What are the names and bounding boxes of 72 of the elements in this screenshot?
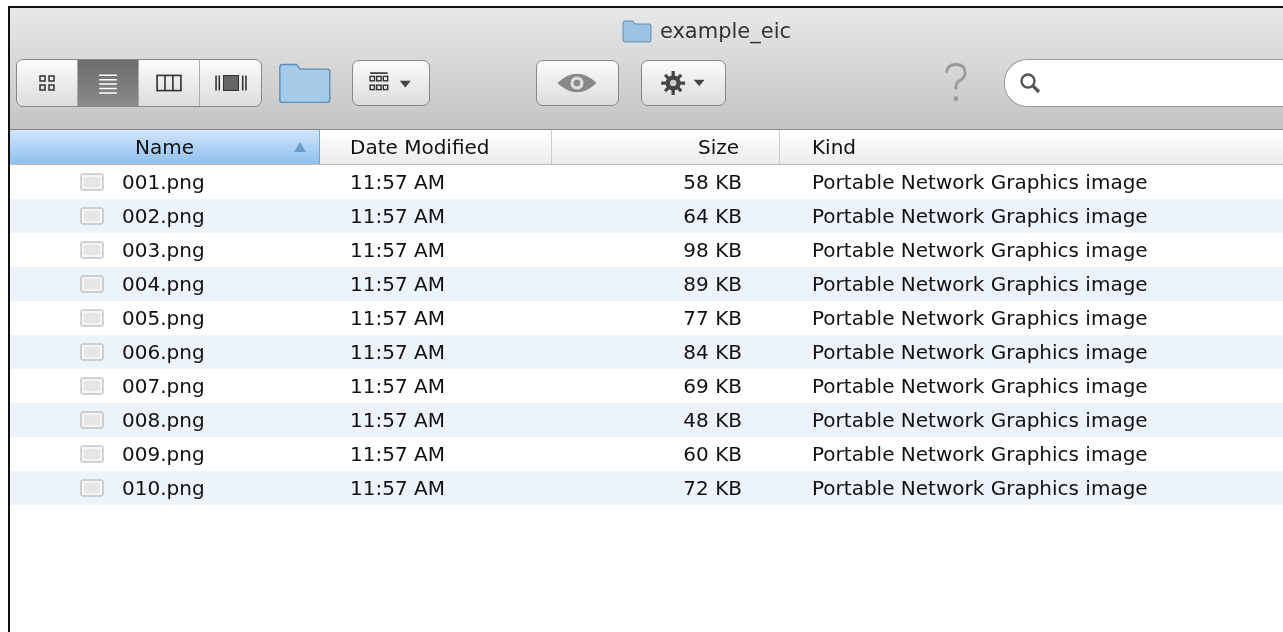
file-name[interactable]: 003.png (122, 238, 205, 262)
file-kind: Portable Network Graphics image (812, 408, 1148, 432)
file-name[interactable]: 009.png (122, 442, 205, 466)
file-size: 77 KB (683, 306, 742, 330)
file-name[interactable]: 007.png (122, 374, 205, 398)
image-file-icon (80, 207, 104, 225)
column-label: Date Modified (350, 135, 490, 159)
file-name[interactable]: 008.png (122, 408, 205, 432)
image-file-icon (80, 241, 104, 259)
file-name[interactable]: 010.png (122, 476, 205, 500)
file-size: 60 KB (683, 442, 742, 466)
column-label: Name (135, 135, 194, 159)
date-modified: 11:57 AM (350, 340, 445, 364)
search-field[interactable] (1004, 59, 1283, 107)
file-size: 58 KB (683, 170, 742, 194)
columns-icon (156, 73, 183, 93)
column-label: Kind (812, 135, 857, 159)
image-file-icon (80, 445, 104, 463)
image-file-icon (80, 173, 104, 191)
date-modified: 11:57 AM (350, 170, 445, 194)
file-name[interactable]: 005.png (122, 306, 205, 330)
file-size: 89 KB (683, 272, 742, 296)
file-size: 69 KB (683, 374, 742, 398)
date-modified: 11:57 AM (350, 238, 445, 262)
column-header[interactable]: Name (10, 130, 320, 164)
view-switcher[interactable] (16, 59, 263, 107)
file-size: 72 KB (683, 476, 742, 500)
file-size: 98 KB (683, 238, 742, 262)
quick-look-button[interactable] (535, 60, 620, 106)
cover-flow-icon (214, 73, 247, 93)
grid-icon (37, 73, 58, 93)
action-button[interactable] (641, 60, 727, 106)
date-modified: 11:57 AM (350, 442, 445, 466)
sort-arrow-icon (293, 141, 307, 153)
file-kind: Portable Network Graphics image (812, 374, 1148, 398)
date-modified: 11:57 AM (350, 476, 445, 500)
date-modified: 11:57 AM (350, 272, 445, 296)
date-modified: 11:57 AM (350, 374, 445, 398)
file-kind: Portable Network Graphics image (812, 442, 1148, 466)
file-size: 84 KB (683, 340, 742, 364)
column-header[interactable]: Size (552, 130, 780, 164)
arrange-button[interactable] (351, 60, 430, 106)
file-kind: Portable Network Graphics image (812, 476, 1148, 500)
column-label: Size (697, 135, 739, 159)
list-icon (97, 72, 120, 94)
image-file-icon (80, 275, 104, 293)
window-title: example_eic (659, 19, 792, 43)
file-name[interactable]: 006.png (122, 340, 205, 364)
folder-icon (621, 19, 652, 43)
file-size: 64 KB (683, 204, 742, 228)
file-name[interactable]: 002.png (122, 204, 205, 228)
date-modified: 11:57 AM (350, 408, 445, 432)
image-file-icon (80, 411, 104, 429)
image-file-icon (80, 343, 104, 361)
list-view-button[interactable] (78, 60, 140, 106)
file-kind: Portable Network Graphics image (812, 238, 1148, 262)
file-kind: Portable Network Graphics image (812, 204, 1148, 228)
file-name[interactable]: 004.png (122, 272, 205, 296)
file-kind: Portable Network Graphics image (812, 272, 1148, 296)
column-header[interactable]: Date Modified (320, 130, 552, 164)
date-modified: 11:57 AM (350, 306, 445, 330)
file-kind: Portable Network Graphics image (812, 306, 1148, 330)
search-icon (1019, 72, 1041, 94)
file-size: 48 KB (683, 408, 742, 432)
image-file-icon (80, 309, 104, 327)
date-modified: 11:57 AM (350, 204, 445, 228)
file-name[interactable]: 001.png (122, 170, 205, 194)
file-kind: Portable Network Graphics image (812, 340, 1148, 364)
image-file-icon (80, 377, 104, 395)
image-file-icon (80, 479, 104, 497)
column-header[interactable]: Kind (780, 130, 1280, 164)
file-kind: Portable Network Graphics image (812, 170, 1148, 194)
